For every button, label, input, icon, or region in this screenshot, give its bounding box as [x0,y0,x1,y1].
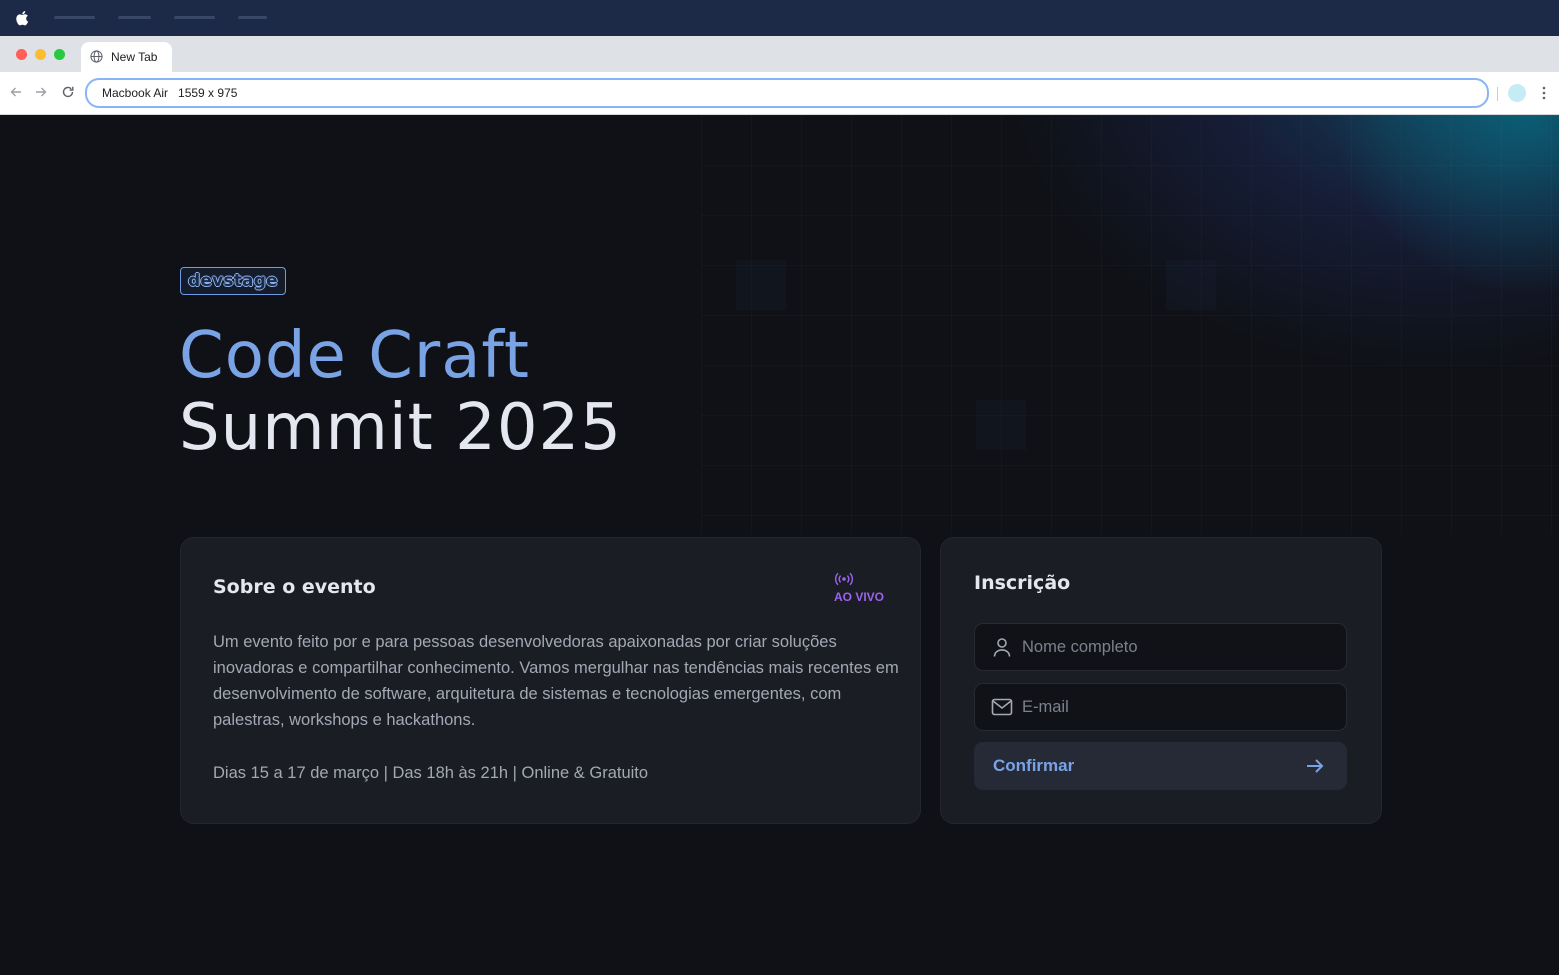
toolbar-divider [1497,87,1498,101]
email-input[interactable] [1022,684,1332,730]
user-icon [993,638,1011,657]
address-bar[interactable]: Macbook Air 1559 x 975 [85,78,1489,108]
name-field[interactable] [974,623,1347,671]
address-bar-text: Macbook Air 1559 x 975 [102,86,238,100]
background-grid [701,115,1559,535]
mail-icon [991,698,1013,716]
reload-icon[interactable] [61,85,75,99]
forward-arrow-icon[interactable] [34,85,48,99]
hero-title-line-2: Summit 2025 [179,391,622,465]
arrow-right-icon [1307,759,1324,773]
menu-item-placeholder[interactable] [118,16,151,19]
tab-title: New Tab [111,50,158,64]
email-field[interactable] [974,683,1347,731]
page-viewport: devstage Code Craft Summit 2025 Sobre o … [1,115,1559,975]
apple-icon[interactable] [15,9,31,27]
menu-item-placeholder[interactable] [174,16,215,19]
devstage-logo: devstage [180,267,286,295]
broadcast-icon [834,572,854,586]
hero-title-line-1: Code Craft [179,319,530,393]
menu-item-placeholder[interactable] [54,16,95,19]
kebab-menu-icon[interactable] [1538,85,1550,101]
back-arrow-icon[interactable] [9,85,23,99]
confirm-button-label: Confirmar [993,756,1075,775]
logo-text: devstage [188,271,278,291]
browser-toolbar: Macbook Air 1559 x 975 [0,72,1559,115]
browser-tab[interactable]: New Tab [81,42,172,72]
background-tile [976,400,1026,450]
event-schedule: Dias 15 a 17 de março | Das 18h às 21h |… [213,764,649,782]
hero-title: Code Craft Summit 2025 [179,320,622,464]
close-window-button[interactable] [16,49,27,60]
about-description: Um evento feito por e para pessoas desen… [213,633,899,729]
minimize-window-button[interactable] [35,49,46,60]
background-tile [736,260,786,310]
registration-card: Inscrição Confirmar [940,537,1382,824]
about-title: Sobre o evento [213,576,376,598]
os-menu-bar [0,0,1559,36]
live-badge-label: AO VIVO [834,590,885,604]
name-input[interactable] [1022,624,1332,670]
profile-icon[interactable] [1508,84,1526,102]
confirm-button[interactable]: Confirmar [974,742,1347,790]
about-event-card: Sobre o evento AO VIVO Um evento feito p… [180,537,921,824]
registration-title: Inscrição [974,572,1071,594]
browser-tab-strip: New Tab [0,36,1559,72]
menu-item-placeholder[interactable] [238,16,267,19]
maximize-window-button[interactable] [54,49,65,60]
background-tile [1166,260,1216,310]
globe-icon [90,50,103,63]
